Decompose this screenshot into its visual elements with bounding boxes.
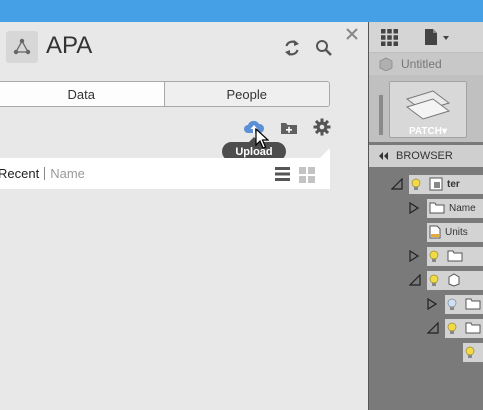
document-tab[interactable]: Untitled: [369, 53, 483, 75]
window-title-bar: [0, 0, 483, 22]
lightbulb-icon[interactable]: [411, 178, 421, 191]
tree-node-child-2[interactable]: [427, 318, 483, 338]
browser-title: BROWSER: [396, 150, 453, 162]
body-cube-icon: [448, 273, 460, 287]
component-icon: [429, 177, 443, 191]
sort-filter-bar: Recent Name: [0, 148, 330, 189]
patch-workspace-button[interactable]: PATCH▾: [389, 81, 467, 138]
tree-node-folder[interactable]: [409, 246, 483, 266]
fusion-workspace: Untitled PATCH▾ BROWSER ter Name Units: [368, 22, 483, 410]
tree-label: Name: [449, 202, 476, 214]
tree-node-bodies[interactable]: [409, 270, 483, 290]
tree-node-child-1[interactable]: [427, 294, 483, 314]
component-box-icon: [379, 57, 393, 71]
project-title: APA: [46, 32, 93, 59]
expanded-triangle-icon[interactable]: [391, 178, 403, 190]
close-icon[interactable]: [343, 25, 361, 43]
lightbulb-off-icon[interactable]: [447, 298, 457, 311]
project-icon[interactable]: [6, 31, 38, 63]
lightbulb-icon[interactable]: [429, 250, 439, 263]
list-view-icon[interactable]: [275, 167, 290, 181]
tree-node-grandchild[interactable]: [463, 342, 483, 362]
expanded-triangle-icon[interactable]: [409, 274, 421, 286]
folder-icon: [447, 250, 463, 262]
mouse-cursor-icon: [255, 128, 269, 149]
folder-icon: [465, 298, 481, 310]
search-icon[interactable]: [313, 37, 335, 59]
grid-view-icon[interactable]: [299, 167, 315, 183]
collapsed-triangle-icon[interactable]: [427, 298, 437, 310]
tab-data[interactable]: Data: [0, 82, 164, 106]
collapse-left-icon[interactable]: [378, 152, 388, 160]
collapsed-triangle-icon[interactable]: [409, 202, 419, 214]
lightbulb-icon[interactable]: [447, 322, 457, 335]
tree-label: ter: [447, 178, 460, 190]
tab-people[interactable]: People: [163, 82, 329, 106]
expanded-triangle-icon[interactable]: [427, 322, 439, 334]
ribbon: PATCH▾: [369, 75, 483, 142]
sort-recent[interactable]: Recent: [0, 166, 39, 181]
folder-icon: [465, 322, 481, 334]
sort-name[interactable]: Name: [50, 166, 85, 181]
new-folder-icon[interactable]: [279, 118, 299, 136]
file-menu-icon[interactable]: [423, 28, 453, 46]
tree-label: Units: [445, 226, 468, 238]
app-grid-icon[interactable]: [381, 29, 398, 46]
patch-workspace-label: PATCH▾: [409, 126, 447, 137]
collapsed-triangle-icon[interactable]: [409, 250, 419, 262]
ribbon-grip-icon: [379, 95, 383, 135]
document-icon: [429, 225, 441, 239]
hub-share-icon: [13, 38, 31, 55]
patch-surface-icon: [405, 90, 451, 120]
gear-icon[interactable]: [312, 117, 332, 137]
sort-divider: [44, 167, 46, 180]
refresh-icon[interactable]: [280, 36, 304, 60]
data-panel: APA Data People Upload Recent Name: [0, 22, 368, 410]
tree-node-units[interactable]: Units: [427, 222, 483, 242]
document-tab-title: Untitled: [401, 57, 442, 71]
application-toolbar: [369, 22, 483, 53]
tree-node-root[interactable]: ter: [391, 174, 483, 194]
lightbulb-icon[interactable]: [465, 346, 475, 359]
lightbulb-icon[interactable]: [429, 274, 439, 287]
folder-icon: [429, 202, 445, 214]
panel-tabs: Data People: [0, 81, 330, 107]
tree-node-named-views[interactable]: Name: [409, 198, 483, 218]
browser-header[interactable]: BROWSER: [369, 145, 483, 167]
